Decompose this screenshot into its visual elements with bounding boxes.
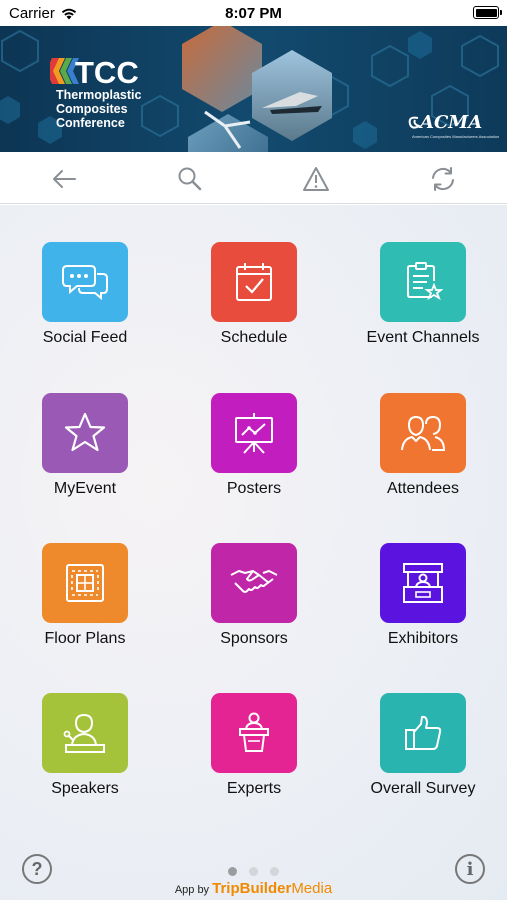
speakers-icon-box [42, 693, 128, 773]
tile-label: Exhibitors [387, 630, 459, 647]
posters-icon-box [211, 393, 297, 473]
search-button[interactable] [175, 164, 205, 194]
sponsors-icon-box [211, 543, 297, 623]
svg-text:TCC: TCC [75, 56, 139, 86]
refresh-button[interactable] [428, 164, 458, 194]
tile-schedule[interactable]: Schedule [174, 242, 334, 372]
credit-brand: TripBuilder [212, 880, 292, 897]
tile-label: Social Feed [42, 329, 128, 346]
speaker-podium-icon [63, 713, 105, 753]
acma-wordmark: ACMA [420, 112, 483, 133]
calendar-check-icon [236, 263, 272, 301]
page-dot-2[interactable] [249, 867, 258, 876]
experts-icon-box [211, 693, 297, 773]
overall-survey-icon-box [380, 693, 466, 773]
tile-posters[interactable]: Posters [174, 393, 334, 523]
thumbs-up-icon [405, 715, 442, 750]
tile-sponsors[interactable]: Sponsors [174, 543, 334, 673]
chat-bubbles-icon [62, 265, 108, 301]
tile-label: Posters [226, 480, 282, 497]
handshake-icon [230, 569, 278, 593]
tile-label: Schedule [220, 329, 288, 346]
tile-label: Overall Survey [370, 780, 476, 797]
toolbar [0, 152, 507, 204]
page-dot-3[interactable] [270, 867, 279, 876]
tile-social-feed[interactable]: Social Feed [5, 242, 165, 372]
schedule-icon-box [211, 242, 297, 322]
tile-label: Experts [226, 780, 282, 797]
event-banner: TCC Thermoplastic Composites Conference … [0, 26, 507, 152]
conference-name-line-3: Conference [56, 116, 125, 130]
tile-speakers[interactable]: Speakers [5, 693, 165, 823]
clock: 8:07 PM [225, 5, 282, 22]
tile-label: Speakers [51, 780, 119, 797]
tile-label: Floor Plans [44, 630, 126, 647]
exhibitors-icon-box [380, 543, 466, 623]
tile-label: MyEvent [53, 480, 117, 497]
back-button[interactable] [49, 164, 79, 194]
menu-grid: Social Feed Schedule Event Channels MyEv… [0, 205, 507, 900]
social-feed-icon-box [42, 242, 128, 322]
page-dot-1[interactable] [228, 867, 237, 876]
refresh-icon [432, 167, 454, 191]
lectern-icon [239, 712, 269, 752]
tile-experts[interactable]: Experts [174, 693, 334, 823]
tile-attendees[interactable]: Attendees [343, 393, 503, 523]
conference-name: Thermoplastic Composites Conference [56, 88, 141, 130]
acma-tagline: American Composites Manufacturers Associ… [412, 134, 500, 139]
people-icon [401, 415, 446, 451]
star-icon [64, 412, 106, 452]
arrow-left-icon [53, 170, 76, 188]
search-icon [178, 167, 202, 191]
status-bar: Carrier 8:07 PM [0, 0, 507, 26]
acma-logo: ACMA American Composites Manufacturers A… [406, 112, 499, 142]
tile-label: Sponsors [220, 630, 288, 647]
clipboard-star-icon [407, 262, 443, 301]
attendees-icon-box [380, 393, 466, 473]
warning-icon [303, 167, 329, 191]
tile-event-channels[interactable]: Event Channels [343, 242, 503, 372]
floor-plans-icon-box [42, 543, 128, 623]
app-credit: App by TripBuilderMedia [0, 880, 507, 897]
tile-label: Event Channels [366, 329, 480, 346]
presentation-easel-icon [235, 413, 273, 454]
tile-floor-plans[interactable]: Floor Plans [5, 543, 165, 673]
tile-myevent[interactable]: MyEvent [5, 393, 165, 523]
booth-icon [403, 563, 443, 603]
floor-plan-icon [66, 564, 104, 602]
myevent-icon-box [42, 393, 128, 473]
conference-name-line-2: Composites [56, 102, 128, 116]
event-channels-icon-box [380, 242, 466, 322]
alerts-button[interactable] [301, 164, 331, 194]
conference-name-line-1: Thermoplastic [56, 88, 142, 102]
credit-prefix: App by [174, 884, 210, 896]
tile-overall-survey[interactable]: Overall Survey [343, 693, 503, 823]
page-indicator [0, 867, 507, 876]
tcc-logo: TCC [50, 56, 139, 86]
credit-brand-suffix: Media [291, 880, 333, 897]
tile-exhibitors[interactable]: Exhibitors [343, 543, 503, 673]
tile-label: Attendees [386, 480, 460, 497]
battery-icon [473, 6, 502, 19]
